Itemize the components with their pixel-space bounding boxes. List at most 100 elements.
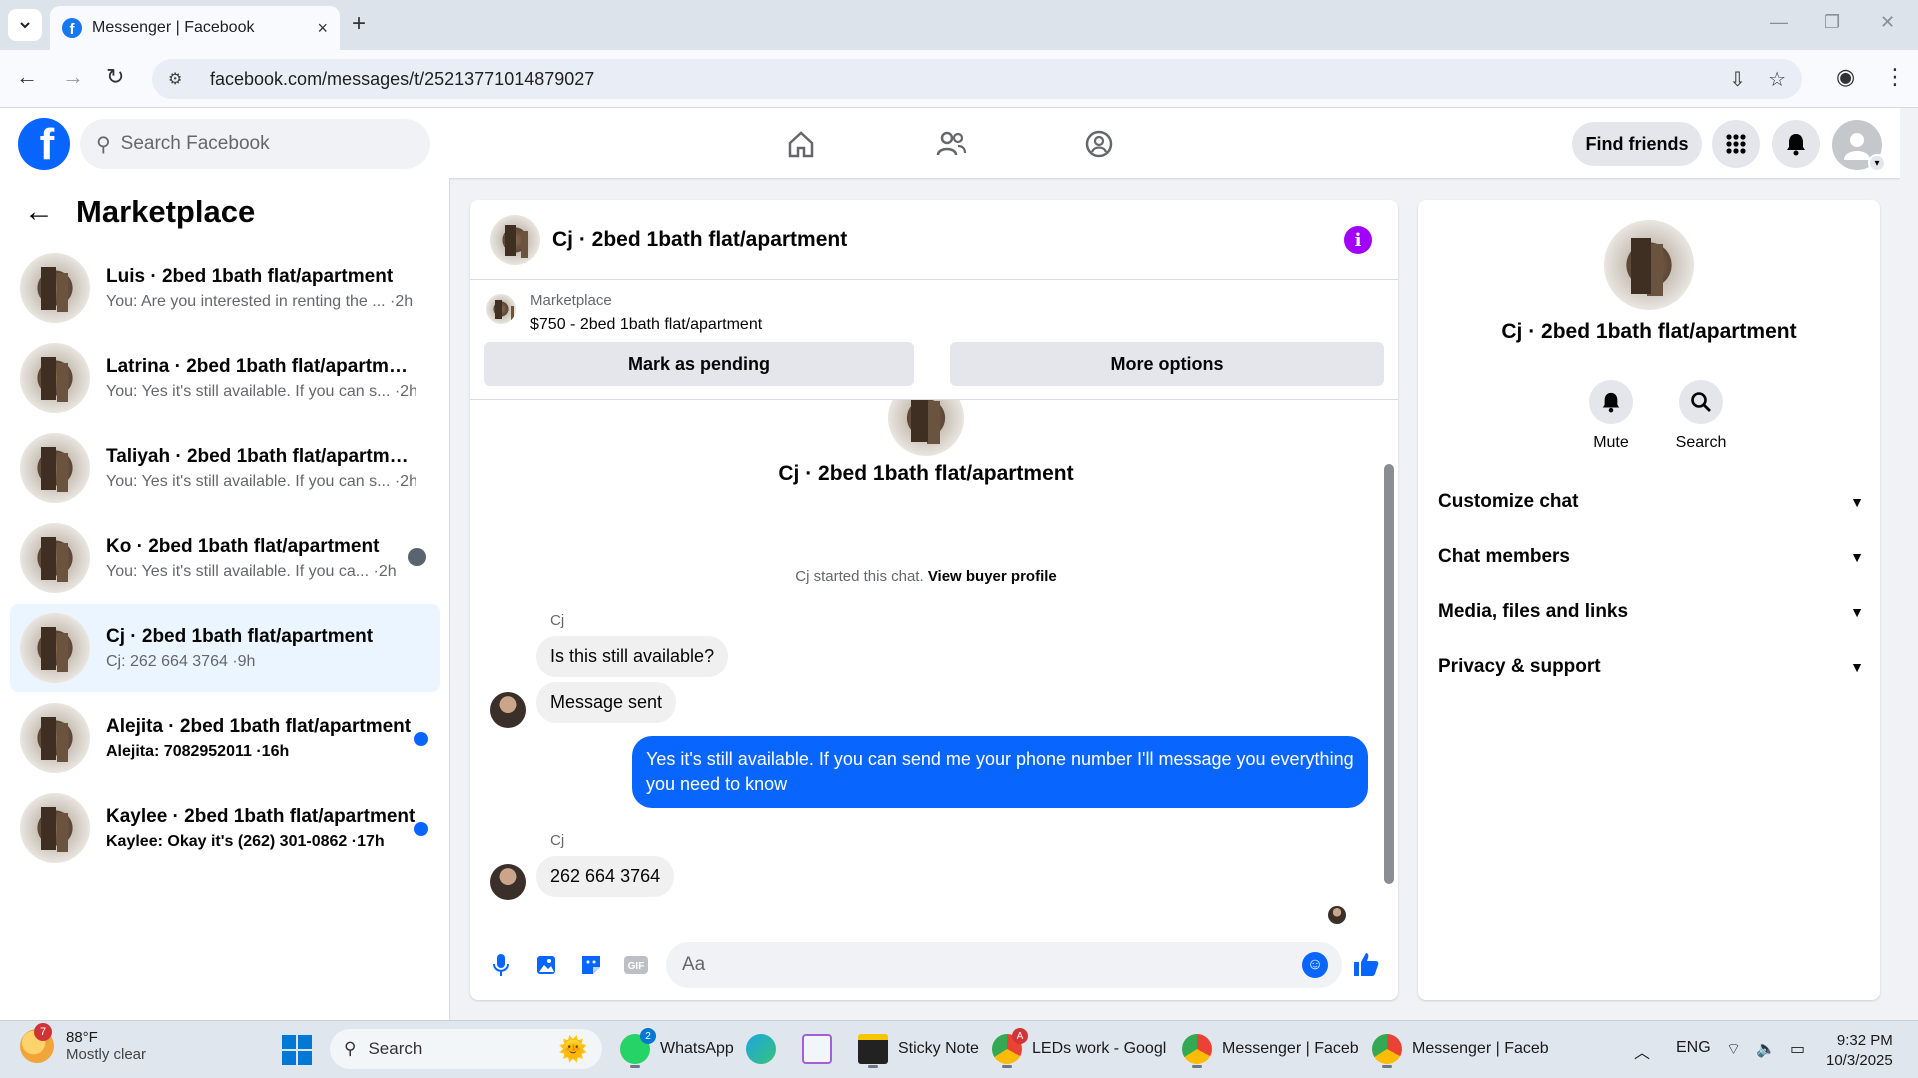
sidebar-title: Marketplace xyxy=(76,194,256,229)
conversation-name: Latrina · 2bed 1bath flat/apartment xyxy=(106,355,416,377)
sticker-icon[interactable] xyxy=(578,952,604,978)
section-label: Customize chat xyxy=(1438,491,1579,512)
photo-icon[interactable] xyxy=(533,952,559,978)
conversation-item[interactable]: Ko · 2bed 1bath flat/apartment You: Yes … xyxy=(10,514,440,602)
facebook-logo-icon[interactable]: f xyxy=(18,118,70,170)
incoming-message[interactable]: 262 664 3764 xyxy=(536,856,675,897)
taskbar-app-sticky-notes[interactable]: Sticky Note xyxy=(858,1029,979,1069)
find-friends-button[interactable]: Find friends xyxy=(1572,122,1702,166)
details-thumbnail[interactable] xyxy=(1604,220,1694,310)
weather-widget[interactable]: 7 88°F Mostly clear xyxy=(20,1023,146,1063)
message-scrollbar[interactable] xyxy=(1382,408,1394,926)
sender-avatar[interactable] xyxy=(490,692,526,728)
mute-action[interactable]: Mute xyxy=(1576,380,1646,452)
thumbs-up-icon[interactable] xyxy=(1352,950,1380,985)
chat-header: Cj · 2bed 1bath flat/apartment i xyxy=(470,200,1398,280)
conversation-item[interactable]: Latrina · 2bed 1bath flat/apartment You:… xyxy=(10,334,440,422)
conversation-item[interactable]: Kaylee · 2bed 1bath flat/apartment Kayle… xyxy=(10,784,440,872)
install-app-icon[interactable]: ⇩ xyxy=(1729,67,1746,92)
url-text[interactable]: facebook.com/messages/t/2521377101487902… xyxy=(210,69,1707,90)
menu-button[interactable] xyxy=(1712,120,1760,168)
section-media-files-links[interactable]: Media, files and links ▼ xyxy=(1438,592,1864,632)
back-arrow-icon[interactable]: ← xyxy=(24,195,54,229)
taskbar-clock[interactable]: 9:32 PM 10/3/2025 xyxy=(1826,1031,1893,1071)
taskbar-app-edge[interactable] xyxy=(746,1029,776,1069)
outgoing-message[interactable]: Yes it's still available. If you can sen… xyxy=(632,736,1368,808)
chat-thumbnail[interactable] xyxy=(490,214,540,265)
gif-icon[interactable]: GIF xyxy=(623,952,649,978)
chat-details-panel: Cj · 2bed 1bath flat/apartment Mute Sear… xyxy=(1418,200,1880,1000)
bookmark-star-icon[interactable]: ☆ xyxy=(1768,67,1786,92)
listing-thumbnail xyxy=(20,523,90,593)
address-bar[interactable]: ⚙ facebook.com/messages/t/25213771014879… xyxy=(152,59,1802,99)
section-customize-chat[interactable]: Customize chat ▼ xyxy=(1438,482,1864,522)
new-tab-button[interactable]: + xyxy=(352,10,366,38)
taskbar-app-chrome-messenger-2[interactable]: Messenger | Faceb xyxy=(1372,1029,1549,1069)
running-indicator xyxy=(868,1065,878,1068)
conversation-item[interactable]: Alejita · 2bed 1bath flat/apartment Alej… xyxy=(10,694,440,782)
chat-started-note: Cj started this chat. View buyer profile xyxy=(470,568,1382,585)
site-settings-icon[interactable]: ⚙ xyxy=(168,69,194,89)
account-avatar[interactable]: ▾ xyxy=(1832,120,1886,172)
clock-date: 10/3/2025 xyxy=(1826,1052,1893,1069)
profile-icon[interactable]: ◉ xyxy=(1836,64,1855,90)
nav-home[interactable] xyxy=(776,122,826,166)
conversation-item[interactable]: Luis · 2bed 1bath flat/apartment You: Ar… xyxy=(10,244,440,332)
minimize-icon[interactable]: — xyxy=(1770,12,1788,33)
back-icon[interactable]: ← xyxy=(16,64,38,90)
windows-start-icon[interactable] xyxy=(282,1035,312,1065)
scrollbar-thumb[interactable] xyxy=(1384,464,1394,884)
tab-close-icon[interactable]: × xyxy=(317,18,328,39)
listing-thumbnail[interactable] xyxy=(486,294,516,324)
running-indicator xyxy=(630,1065,640,1068)
taskbar-app-whatsapp[interactable]: 2 WhatsApp xyxy=(620,1028,734,1069)
tab-search-button[interactable] xyxy=(8,9,42,41)
chat-title[interactable]: Cj · 2bed 1bath flat/apartment xyxy=(552,228,847,252)
search-action[interactable]: Search xyxy=(1666,380,1736,452)
emoji-icon[interactable]: ☺ xyxy=(1302,952,1328,978)
volume-icon[interactable]: 🔈 xyxy=(1756,1039,1776,1059)
nav-groups[interactable] xyxy=(1074,122,1124,166)
chevron-down-icon: ▼ xyxy=(1850,549,1864,565)
conversation-item-active[interactable]: Cj · 2bed 1bath flat/apartment Cj: 262 6… xyxy=(10,604,440,692)
search-placeholder: Search Facebook xyxy=(120,133,270,154)
conversation-name: Ko · 2bed 1bath flat/apartment xyxy=(106,535,380,557)
sender-avatar[interactable] xyxy=(490,864,526,900)
browser-tab-strip: f Messenger | Facebook × + — ❐ ✕ xyxy=(0,0,1918,50)
microphone-icon[interactable] xyxy=(488,952,514,978)
taskbar-app-chrome-leds[interactable]: A LEDs work - Googl xyxy=(992,1028,1166,1069)
page-scrollbar[interactable] xyxy=(1900,108,1918,1020)
notifications-button[interactable] xyxy=(1772,120,1820,168)
conversation-snippet: You: Yes it's still available. If you ca… xyxy=(106,562,397,580)
nav-friends[interactable] xyxy=(926,122,976,166)
taskbar-app-chrome-messenger-1[interactable]: Messenger | Faceb xyxy=(1182,1029,1359,1069)
taskbar-search[interactable]: ⚲ Search 🌞 xyxy=(330,1029,602,1069)
tray-chevron-up-icon[interactable]: ︿ xyxy=(1634,1039,1650,1063)
message-input[interactable]: Aa ☺ xyxy=(666,942,1342,988)
incoming-message[interactable]: Message sent xyxy=(536,682,677,723)
restore-icon[interactable]: ❐ xyxy=(1824,12,1840,33)
info-icon[interactable]: i xyxy=(1344,226,1372,254)
listing-price[interactable]: $750 - 2bed 1bath flat/apartment xyxy=(530,316,762,334)
browser-tab[interactable]: f Messenger | Facebook × xyxy=(50,6,340,50)
section-privacy-support[interactable]: Privacy & support ▼ xyxy=(1438,647,1864,687)
conversation-item[interactable]: Taliyah · 2bed 1bath flat/apartment You:… xyxy=(10,424,440,512)
message-list: Cj · 2bed 1bath flat/apartment Cj starte… xyxy=(470,400,1398,930)
mute-button[interactable] xyxy=(1589,380,1633,424)
reload-icon[interactable]: ↻ xyxy=(106,64,124,90)
forward-icon[interactable]: → xyxy=(62,64,84,90)
menu-dots-icon[interactable]: ⋮ xyxy=(1884,64,1906,90)
more-options-button[interactable]: More options xyxy=(950,342,1384,386)
battery-icon[interactable]: ▭ xyxy=(1790,1039,1805,1059)
incoming-message[interactable]: Is this still available? xyxy=(536,636,729,677)
language-indicator[interactable]: ENG xyxy=(1676,1039,1711,1057)
facebook-search-input[interactable]: ⚲ Search Facebook xyxy=(80,119,430,169)
mark-as-pending-button[interactable]: Mark as pending xyxy=(484,342,914,386)
wifi-icon[interactable]: ⌔ xyxy=(1726,1039,1741,1059)
close-window-icon[interactable]: ✕ xyxy=(1880,12,1895,33)
section-chat-members[interactable]: Chat members ▼ xyxy=(1438,537,1864,577)
search-button[interactable] xyxy=(1679,380,1723,424)
taskbar-app-snipping[interactable] xyxy=(802,1029,832,1069)
view-buyer-profile-link[interactable]: View buyer profile xyxy=(928,568,1057,585)
running-indicator xyxy=(1192,1065,1202,1068)
